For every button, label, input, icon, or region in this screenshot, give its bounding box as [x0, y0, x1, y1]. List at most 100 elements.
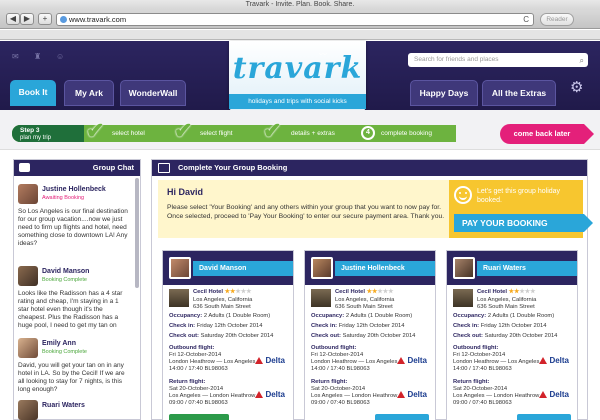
avatar — [311, 257, 333, 279]
occupancy-row: Occupancy: 2 Adults (1 Double Room) — [169, 313, 271, 319]
avatar[interactable] — [18, 266, 38, 286]
card-traveller-name[interactable]: Justine Hollenbeck — [335, 261, 435, 276]
checkin-row: Check in: Friday 12th October 2014 — [311, 323, 405, 329]
step-number-badge: 4 — [361, 126, 375, 140]
checkin-row: Check in: Friday 12th October 2014 — [169, 323, 263, 329]
step-complete-booking[interactable]: complete booking — [381, 125, 432, 142]
hotel-name: Cecil Hotel ★★★★★ — [477, 289, 536, 295]
step-details-extras[interactable]: details + extras — [291, 125, 335, 142]
notifications-icon[interactable]: ♜ — [34, 52, 46, 61]
star-rating: ★★★★★ — [508, 289, 536, 295]
occupancy-row: Occupancy: 2 Adults (1 Double Room) — [311, 313, 413, 319]
chat-bubble-icon — [19, 163, 30, 172]
card-select-button[interactable] — [169, 414, 229, 420]
hotel-address: Los Angeles, California 636 South Main St… — [335, 297, 395, 310]
group-chat-title: Group Chat — [92, 163, 134, 172]
come-back-later-button[interactable]: come back later — [500, 124, 594, 144]
delta-logo: Delta — [397, 357, 427, 365]
window-title: Travark - Invite. Plan. Book. Share. — [0, 0, 600, 10]
chat-author[interactable]: Ruari Waters — [42, 402, 85, 409]
booking-panel: Complete Your Group Booking Hi David Ple… — [151, 159, 593, 420]
occupancy-row: Occupancy: 2 Adults (1 Double Room) — [453, 313, 555, 319]
tab-my-ark[interactable]: My Ark — [64, 80, 114, 106]
reader-button[interactable]: Reader — [540, 13, 574, 26]
globe-icon — [60, 16, 67, 23]
chat-status: Booking Complete — [42, 277, 87, 283]
star-rating: ★★★★★ — [366, 289, 394, 295]
booking-panel-header: Complete Your Group Booking — [152, 160, 587, 176]
travark-logo[interactable]: 〰 travark holidays and trips with social… — [229, 41, 366, 112]
chat-author[interactable]: David Manson — [42, 268, 89, 275]
search-icon[interactable]: ⌕ — [580, 54, 584, 68]
chat-text: Looks like the Radisson has a 4 star rat… — [18, 290, 123, 329]
tab-happy-days[interactable]: Happy Days — [410, 80, 478, 106]
group-chat-panel: Group Chat Justine Hollenbeck Awaiting B… — [13, 159, 141, 420]
hotel-address: Los Angeles, California 636 South Main St… — [477, 297, 537, 310]
chat-scrollbar[interactable] — [135, 178, 139, 288]
pay-your-booking-button[interactable]: PAY YOUR BOOKING — [454, 214, 593, 232]
card-traveller-name[interactable]: Ruari Waters — [477, 261, 577, 276]
hotel-address: Los Angeles, California 636 South Main St… — [193, 297, 253, 310]
hotel-name: Cecil Hotel ★★★★★ — [335, 289, 394, 295]
avatar[interactable] — [18, 400, 38, 420]
intro-text: Please select 'Your Booking' and any oth… — [167, 204, 445, 220]
logo-text: travark — [232, 51, 363, 86]
avatar[interactable] — [18, 184, 38, 204]
back-button[interactable]: ◀ — [6, 13, 20, 25]
bookmarks-bar — [0, 30, 600, 40]
avatar[interactable] — [18, 338, 38, 358]
delta-logo: Delta — [397, 391, 427, 399]
chat-status: Booking Complete — [42, 349, 87, 355]
search-placeholder: Search for friends and places — [414, 56, 499, 63]
tab-all-the-extras[interactable]: All the Extras — [482, 80, 556, 106]
card-select-button[interactable] — [517, 414, 571, 420]
tab-wonderwall[interactable]: WonderWall — [120, 80, 186, 106]
booking-card[interactable]: Justine Hollenbeck Cecil Hotel ★★★★★ Los… — [304, 250, 436, 420]
delta-logo: Delta — [255, 357, 285, 365]
chat-text: David, you will get your tan on in any h… — [18, 362, 125, 393]
pay-prompt: Let's get this group holiday booked. — [477, 188, 561, 204]
booking-icon — [158, 163, 170, 173]
hotel-photo — [453, 289, 473, 307]
card-select-button[interactable] — [375, 414, 429, 420]
checkout-row: Check out: Saturday 20th October 2014 — [453, 333, 558, 339]
avatar — [169, 257, 191, 279]
booking-card[interactable]: Ruari Waters Cecil Hotel ★★★★★ Los Angel… — [446, 250, 578, 420]
address-bar[interactable]: www.travark.com C — [56, 13, 534, 26]
check-icon: ✔ — [174, 118, 193, 143]
forward-button[interactable]: ▶ — [20, 13, 34, 25]
star-rating: ★★★★★ — [224, 289, 252, 295]
browser-toolbar: ◀ ▶ + www.travark.com C Reader — [0, 10, 600, 29]
booking-card[interactable]: David Manson Cecil Hotel ★★★★★ Los Angel… — [162, 250, 294, 420]
card-traveller-name[interactable]: David Manson — [193, 261, 293, 276]
chat-status: Awaiting Booking — [42, 195, 85, 201]
checkout-row: Check out: Saturday 20th October 2014 — [169, 333, 274, 339]
group-chat-header: Group Chat — [14, 160, 140, 176]
check-icon: ✔ — [86, 118, 105, 143]
hotel-name: Cecil Hotel ★★★★★ — [193, 289, 252, 295]
search-input[interactable]: Search for friends and places ⌕ — [408, 53, 588, 67]
delta-logo: Delta — [539, 357, 569, 365]
gear-icon[interactable]: ⚙ — [570, 78, 583, 96]
friends-icon[interactable]: ☺ — [56, 52, 68, 61]
checkout-row: Check out: Saturday 20th October 2014 — [311, 333, 416, 339]
booking-title: Complete Your Group Booking — [178, 163, 288, 172]
logo-tagline: holidays and trips with social kicks — [229, 94, 366, 109]
step-select-hotel[interactable]: select hotel — [112, 125, 145, 142]
url-text: www.travark.com — [69, 15, 127, 24]
reload-icon[interactable]: C — [523, 14, 529, 25]
check-icon: ✔ — [263, 118, 282, 143]
checkin-row: Check in: Friday 12th October 2014 — [453, 323, 547, 329]
avatar — [453, 257, 475, 279]
add-tab-button[interactable]: + — [38, 13, 52, 25]
mail-icon[interactable]: ✉ — [12, 52, 24, 61]
greeting: Hi David — [167, 187, 204, 197]
chat-author[interactable]: Justine Hollenbeck — [42, 186, 106, 193]
hotel-photo — [169, 289, 189, 307]
chat-author[interactable]: Emily Ann — [42, 340, 76, 347]
step-title: Step 3 plan my trip — [20, 127, 52, 141]
tab-book-it[interactable]: Book It — [10, 80, 56, 106]
booking-intro: Hi David Please select 'Your Booking' an… — [158, 180, 450, 238]
chat-text: So Los Angeles is our final destination … — [18, 208, 128, 247]
step-select-flight[interactable]: select flight — [200, 125, 233, 142]
